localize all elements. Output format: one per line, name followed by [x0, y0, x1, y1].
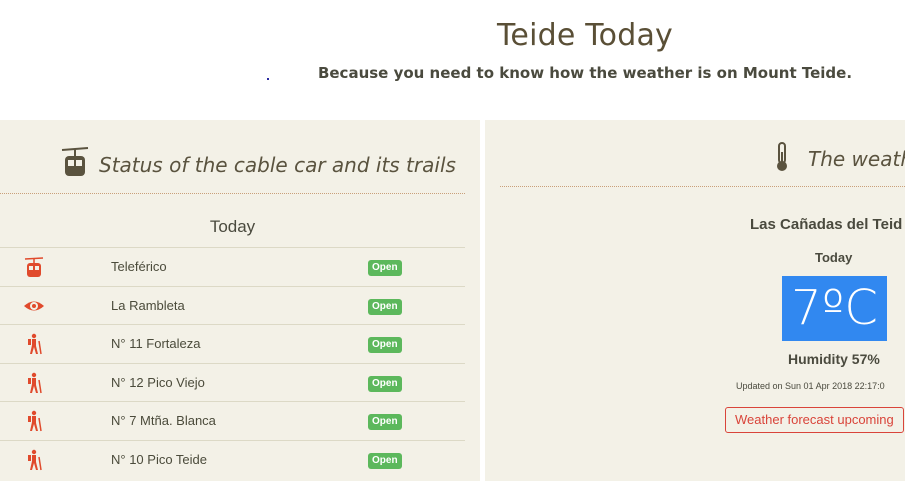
eye-icon	[24, 301, 44, 311]
cable-car-panel: Status of the cable car and its trails T…	[0, 120, 480, 481]
status-badge: Open	[368, 337, 402, 354]
hiker-icon	[28, 449, 42, 471]
thermometer-icon	[777, 142, 787, 171]
status-badge: Open	[368, 298, 402, 315]
trail-name: N° 10 Pico Teide	[111, 451, 208, 467]
table-row: N° 11 Fortaleza Open	[0, 324, 465, 363]
status-badge: Open	[368, 414, 402, 431]
trail-name: N° 11 Fortaleza	[111, 336, 201, 352]
cable-car-icon	[61, 147, 89, 176]
weather-panel-divider	[500, 186, 905, 187]
trail-name: La Rambleta	[111, 297, 185, 313]
humidity-value: Humidity 57%	[788, 351, 880, 367]
status-badge: Open	[368, 260, 402, 276]
decorative-dot	[267, 78, 269, 80]
weather-panel-title: The weathe	[808, 147, 905, 171]
weather-forecast-button[interactable]: Weather forecast upcoming	[725, 407, 904, 433]
trail-name: Teleférico	[111, 259, 167, 274]
hiker-icon	[28, 333, 42, 355]
column-header-today: Today	[209, 217, 256, 236]
cable-car-icon	[24, 257, 44, 277]
trail-name: N° 12 Pico Viejo	[111, 374, 205, 390]
trail-status-table: Teleférico Open La Rambleta Open N° 11 F…	[0, 247, 465, 479]
cable-panel-title: Status of the cable car and its trails	[99, 153, 456, 177]
table-row: La Rambleta Open	[0, 285, 465, 325]
updated-timestamp: Updated on Sun 01 Apr 2018 22:17:0	[736, 381, 885, 391]
table-row: Teleférico Open	[0, 247, 465, 286]
hiker-icon	[28, 411, 42, 432]
table-row: N° 7 Mtña. Blanca Open	[0, 401, 465, 440]
day-label: Today	[815, 250, 853, 265]
status-badge: Open	[368, 375, 402, 392]
weather-panel: The weathe Las Cañadas del Teid Today 7º…	[485, 120, 905, 481]
hiker-icon	[28, 372, 42, 393]
table-row: N° 12 Pico Viejo Open	[0, 362, 465, 402]
location-name: Las Cañadas del Teid	[750, 216, 903, 233]
temperature-display: 7ºC	[782, 276, 887, 341]
site-header: Teide Today Because you need to know how…	[0, 0, 905, 120]
trail-name: N° 7 Mtña. Blanca	[111, 413, 216, 429]
table-row: N° 10 Pico Teide Open	[0, 439, 465, 479]
cable-panel-divider	[0, 193, 465, 194]
site-title: Teide Today	[496, 18, 674, 53]
site-subtitle: Because you need to know how the weather…	[317, 64, 853, 82]
status-badge: Open	[368, 452, 402, 469]
